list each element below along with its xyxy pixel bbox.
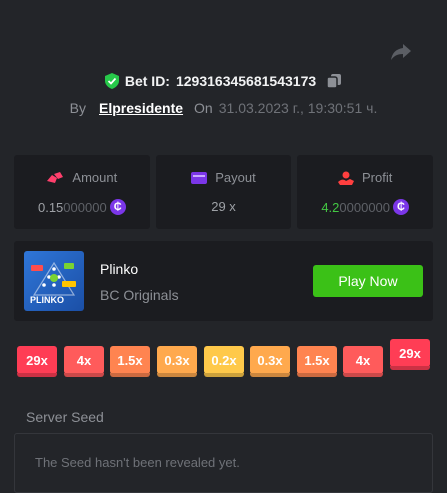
profit-value-zeros: 0000000 <box>339 199 391 215</box>
profit-icon <box>338 171 354 185</box>
stat-payout: Payout 29 x <box>155 155 292 229</box>
stat-profit: Profit 4.2 0000000 ₵ <box>297 155 434 229</box>
server-seed-label: Server Seed <box>26 409 104 425</box>
play-now-button[interactable]: Play Now <box>313 265 423 297</box>
bet-datetime: 31.03.2023 г., 19:30:51 ч. <box>218 100 378 116</box>
bet-author-row: By Elpresidente On 31.03.2023 г., 19:30:… <box>0 100 447 116</box>
multiplier-slot: 0.2x <box>204 346 244 374</box>
amount-value-main: 0.15 <box>37 199 64 215</box>
bcd-coin-icon: ₵ <box>109 199 126 215</box>
stat-payout-label: Payout <box>215 170 256 185</box>
multiplier-slot: 29x <box>390 339 430 367</box>
plinko-thumbnail[interactable]: PLINKO <box>24 251 84 311</box>
multiplier-slot: 29x <box>17 346 57 374</box>
multiplier-slot: 0.3x <box>250 346 290 374</box>
server-seed-text: The Seed hasn't been revealed yet. <box>35 455 240 470</box>
bet-id-label: Bet ID: <box>124 73 170 89</box>
profit-value-main: 4.2 <box>321 199 340 215</box>
server-seed-box: The Seed hasn't been revealed yet. <box>14 433 433 493</box>
coins-icon <box>47 171 64 183</box>
multiplier-slot: 1.5x <box>110 346 150 374</box>
bcd-coin-icon: ₵ <box>393 199 410 215</box>
game-name[interactable]: Plinko <box>100 261 138 277</box>
multiplier-slot: 0.3x <box>157 346 197 374</box>
wallet-icon <box>191 171 208 184</box>
share-icon[interactable] <box>390 42 412 62</box>
multiplier-slot: 4x <box>343 346 383 374</box>
amount-value-zeros: 000000 <box>63 199 107 215</box>
multiplier-row: 29x 4x 1.5x 0.3x 0.2x 0.3x 1.5x 4x 29x <box>0 336 447 386</box>
copy-icon[interactable] <box>326 73 342 89</box>
stat-amount: Amount 0.15 000000 ₵ <box>14 155 150 229</box>
thumb-title: PLINKO <box>30 295 65 305</box>
bet-id-value: 129316345681543173 <box>175 73 317 89</box>
stat-profit-label: Profit <box>362 170 393 185</box>
game-card: PLINKO Plinko BC Originals Play Now <box>14 241 433 321</box>
stat-amount-label: Amount <box>72 170 118 185</box>
on-label: On <box>194 100 213 116</box>
multiplier-slot: 1.5x <box>297 346 337 374</box>
bet-id-row: Bet ID: 129316345681543173 <box>0 73 447 89</box>
game-provider: BC Originals <box>100 287 179 303</box>
payout-value: 29 x <box>211 199 236 214</box>
bet-stats: Amount 0.15000000 ₵ Payout 29 x Profit <box>14 155 434 229</box>
username-link[interactable]: Elpresidente <box>99 100 183 116</box>
shield-check-icon <box>104 73 119 89</box>
multiplier-slot: 4x <box>64 346 104 374</box>
by-label: By <box>69 100 87 116</box>
